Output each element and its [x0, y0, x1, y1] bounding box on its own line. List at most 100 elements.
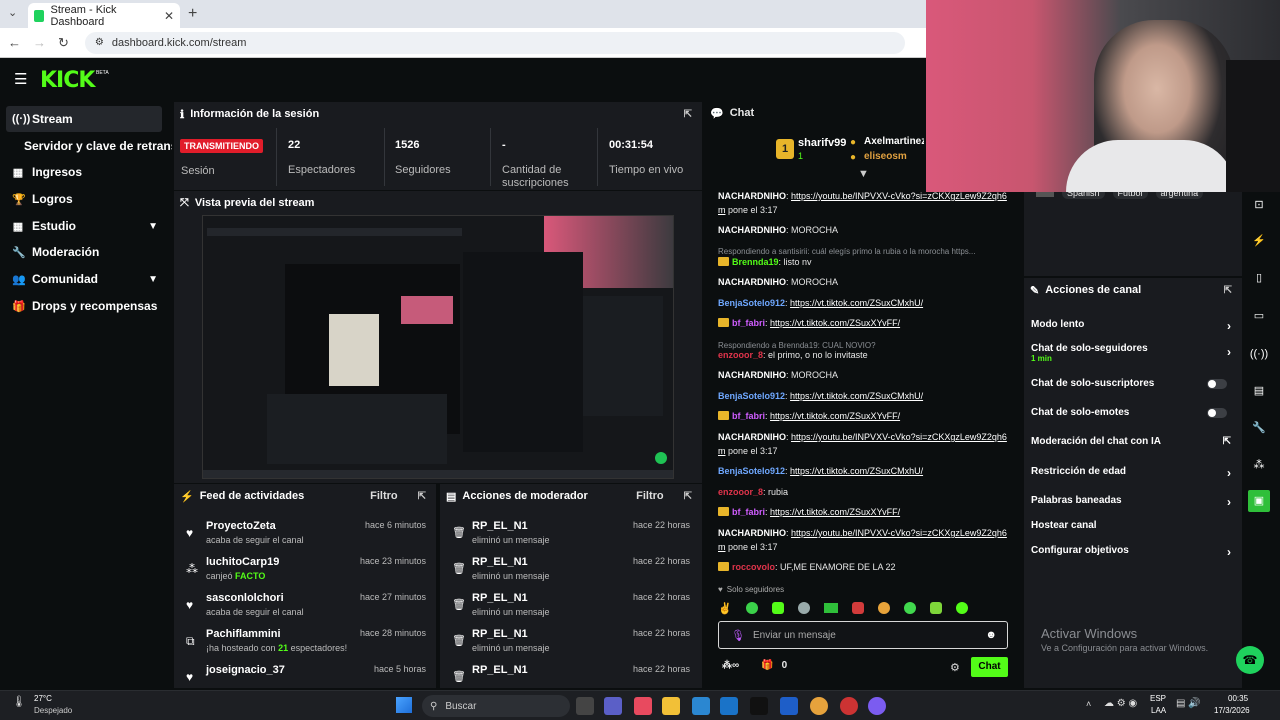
- mod-user[interactable]: RP_EL_N1: [472, 592, 528, 604]
- top-user-name[interactable]: eliseosm: [864, 151, 907, 162]
- weather-icon[interactable]: 🌡: [12, 695, 26, 708]
- emoji-icon[interactable]: ☻: [985, 629, 997, 641]
- subs-only-toggle[interactable]: [1207, 379, 1227, 389]
- sidebar-item-estudio[interactable]: ▦ Estudio ▼: [6, 213, 162, 239]
- taskview-icon[interactable]: [576, 697, 594, 715]
- menu-icon[interactable]: ☰: [14, 70, 27, 88]
- broadcast-icon[interactable]: ((·)): [1248, 343, 1270, 365]
- network-volume-icon[interactable]: ▤ 🔊: [1176, 698, 1201, 709]
- mod-user[interactable]: RP_EL_N1: [472, 556, 528, 568]
- emote-icon[interactable]: [823, 603, 838, 613]
- help-support-icon[interactable]: ☎: [1236, 646, 1264, 674]
- chat-username[interactable]: enzooor_8: [718, 487, 763, 497]
- kick-logo[interactable]: KICK: [40, 68, 95, 93]
- chat-username[interactable]: NACHARDNIHO: [718, 528, 786, 538]
- chat-username[interactable]: NACHARDNIHO: [718, 191, 786, 201]
- app-icon[interactable]: [840, 697, 858, 715]
- chat-username[interactable]: NACHARDNIHO: [718, 432, 786, 442]
- tray-apps-icon[interactable]: ☁ ⚙ ◉: [1104, 698, 1137, 709]
- emote-icon[interactable]: [851, 602, 864, 614]
- mod-user[interactable]: RP_EL_N1: [472, 664, 528, 676]
- chat-bubble-icon[interactable]: ▭: [1248, 305, 1270, 327]
- emote-icon[interactable]: ✌: [718, 602, 732, 615]
- gift-icon[interactable]: 🎁: [761, 660, 773, 671]
- emote-icon[interactable]: [955, 602, 968, 614]
- clock-time[interactable]: 00:35: [1228, 694, 1248, 703]
- sidebar-item-server-key[interactable]: Servidor y clave de retransmisión: [18, 133, 172, 159]
- chat-input[interactable]: 🎙 Enviar un mensaje ☻: [718, 621, 1008, 649]
- site-info-icon[interactable]: ⚙: [95, 37, 104, 48]
- feed-user[interactable]: luchitoCarp19: [206, 556, 279, 568]
- emote-icon[interactable]: [929, 602, 942, 614]
- kick-points-icon[interactable]: ⁂∞: [722, 660, 739, 671]
- back-icon[interactable]: ←: [8, 35, 21, 50]
- feed-user[interactable]: ProyectoZeta: [206, 520, 276, 532]
- sidebar-item-comunidad[interactable]: 👥 Comunidad ▼: [6, 266, 162, 292]
- chat-link[interactable]: https://vt.tiktok.com/ZSuxXYvFF/: [770, 507, 900, 517]
- action-followers-only[interactable]: Chat de solo-seguidores 1 min ›: [1031, 343, 1231, 363]
- chat-username[interactable]: roccovolo: [732, 562, 775, 572]
- tiktok-icon[interactable]: [750, 697, 768, 715]
- action-ai-moderation[interactable]: Moderación del chat con IA ⇱: [1031, 436, 1231, 447]
- keyboard-lang[interactable]: ESP: [1150, 694, 1166, 703]
- layout-icon[interactable]: ▤: [1248, 380, 1270, 402]
- chat-username[interactable]: NACHARDNIHO: [718, 370, 786, 380]
- action-set-goals[interactable]: Configurar objetivos ›: [1031, 545, 1231, 559]
- app-icon[interactable]: [780, 697, 798, 715]
- chat-username[interactable]: NACHARDNIHO: [718, 225, 786, 235]
- chat-username[interactable]: bf_fabri: [732, 507, 765, 517]
- target-icon[interactable]: ⊡: [1248, 194, 1270, 216]
- browser-tab[interactable]: Stream - Kick Dashboard ✕: [28, 3, 180, 28]
- chat-link[interactable]: https://vt.tiktok.com/ZSuxXYvFF/: [770, 411, 900, 421]
- app-icon[interactable]: ▣: [1248, 490, 1270, 512]
- kick-points-icon[interactable]: ⁂: [1248, 454, 1270, 476]
- taskbar-search[interactable]: ⚲ Buscar: [422, 695, 570, 717]
- copilot-icon[interactable]: [634, 697, 652, 715]
- edge-icon[interactable]: [692, 697, 710, 715]
- new-tab-icon[interactable]: +: [188, 5, 197, 23]
- chat-link[interactable]: https://vt.tiktok.com/ZSuxCMxhU/: [790, 298, 923, 308]
- expand-icon[interactable]: ⇱: [684, 491, 692, 502]
- emote-icon[interactable]: [745, 602, 758, 614]
- discord-icon[interactable]: [868, 697, 886, 715]
- chat-username[interactable]: NACHARDNIHO: [718, 277, 786, 287]
- sidebar-item-logros[interactable]: 🏆 Logros: [6, 186, 162, 212]
- chat-username[interactable]: BenjaSotelo912: [718, 298, 785, 308]
- lightning-icon[interactable]: ⚡: [1248, 230, 1270, 252]
- mic-icon[interactable]: 🎙: [731, 629, 745, 642]
- chat-username[interactable]: enzooor_8: [718, 350, 763, 360]
- feed-user[interactable]: sasconlolchori: [206, 592, 284, 604]
- chat-username[interactable]: Brennda19: [732, 257, 779, 267]
- pin-icon[interactable]: ▼: [858, 168, 869, 180]
- sidebar-item-stream[interactable]: ((·)) Stream: [6, 106, 162, 132]
- sidebar-item-moderacion[interactable]: 🔧 Moderación: [6, 239, 162, 265]
- forward-icon[interactable]: →: [33, 35, 46, 50]
- close-icon[interactable]: ✕: [164, 9, 174, 23]
- url-field[interactable]: ⚙ dashboard.kick.com/stream: [84, 31, 905, 54]
- feed-user[interactable]: joseignacio_37: [206, 664, 285, 676]
- keyboard-layout[interactable]: LAA: [1151, 706, 1166, 715]
- chat-username[interactable]: bf_fabri: [732, 411, 765, 421]
- sidebar-item-drops[interactable]: 🎁 Drops y recompensas: [6, 293, 162, 319]
- chrome-icon[interactable]: [810, 697, 828, 715]
- chat-username[interactable]: BenjaSotelo912: [718, 466, 785, 476]
- tray-chevron-icon[interactable]: ˄: [1086, 699, 1091, 709]
- chat-link[interactable]: https://vt.tiktok.com/ZSuxCMxhU/: [790, 466, 923, 476]
- expand-icon[interactable]: ⇱: [418, 491, 426, 502]
- emote-icon[interactable]: [877, 602, 890, 614]
- wrench-icon[interactable]: 🔧: [1248, 417, 1270, 439]
- expand-icon[interactable]: ⇱: [684, 109, 692, 120]
- mod-user[interactable]: RP_EL_N1: [472, 520, 528, 532]
- action-age-restriction[interactable]: Restricción de edad ›: [1031, 466, 1231, 480]
- feed-filter-button[interactable]: Filtro: [370, 490, 398, 502]
- action-slow-mode[interactable]: Modo lento ›: [1031, 319, 1231, 333]
- settings-gear-icon[interactable]: ⚙: [950, 661, 960, 674]
- action-host-channel[interactable]: Hostear canal: [1031, 520, 1231, 531]
- document-icon[interactable]: ▯: [1248, 267, 1270, 289]
- emote-icon[interactable]: [771, 602, 784, 614]
- mod-filter-button[interactable]: Filtro: [636, 490, 664, 502]
- explorer-icon[interactable]: [662, 697, 680, 715]
- top-gifter-name[interactable]: sharifv99: [798, 137, 846, 149]
- store-icon[interactable]: [720, 697, 738, 715]
- chat-link[interactable]: https://vt.tiktok.com/ZSuxXYvFF/: [770, 318, 900, 328]
